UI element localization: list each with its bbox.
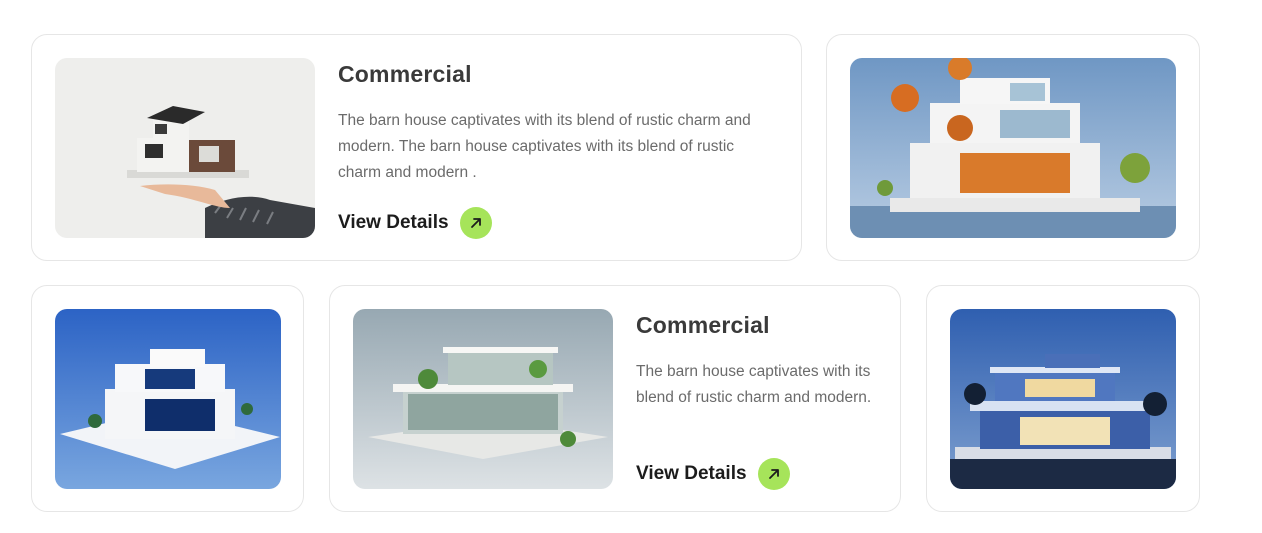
- view-details-button[interactable]: View Details: [636, 458, 790, 490]
- card-title: Commercial: [636, 312, 770, 338]
- white-modern-house-blue-background-image: [55, 309, 281, 489]
- arrow-up-right-icon: [459, 207, 492, 239]
- modern-house-with-autumn-trees-image: [850, 58, 1176, 238]
- modern-house-at-night-image: [950, 309, 1176, 489]
- arrow-up-right-icon: [757, 458, 790, 490]
- house-model-in-hand-image: [55, 58, 315, 238]
- property-card-image-3: [31, 285, 304, 512]
- property-card-commercial-2: Commercial The barn house captivates wit…: [329, 285, 901, 512]
- card-description: The barn house captivates with its blend…: [636, 363, 872, 406]
- property-card-commercial-1: Commercial The barn house captivates wit…: [31, 34, 802, 261]
- property-card-image-2: [826, 34, 1200, 261]
- view-details-label: View Details: [636, 463, 747, 484]
- card-description: The barn house captivates with its blend…: [338, 112, 751, 181]
- glass-house-with-plants-image: [353, 309, 613, 489]
- property-card-image-5: [926, 285, 1200, 512]
- view-details-button[interactable]: View Details: [338, 207, 492, 239]
- card-title: Commercial: [338, 61, 472, 87]
- view-details-label: View Details: [338, 212, 449, 233]
